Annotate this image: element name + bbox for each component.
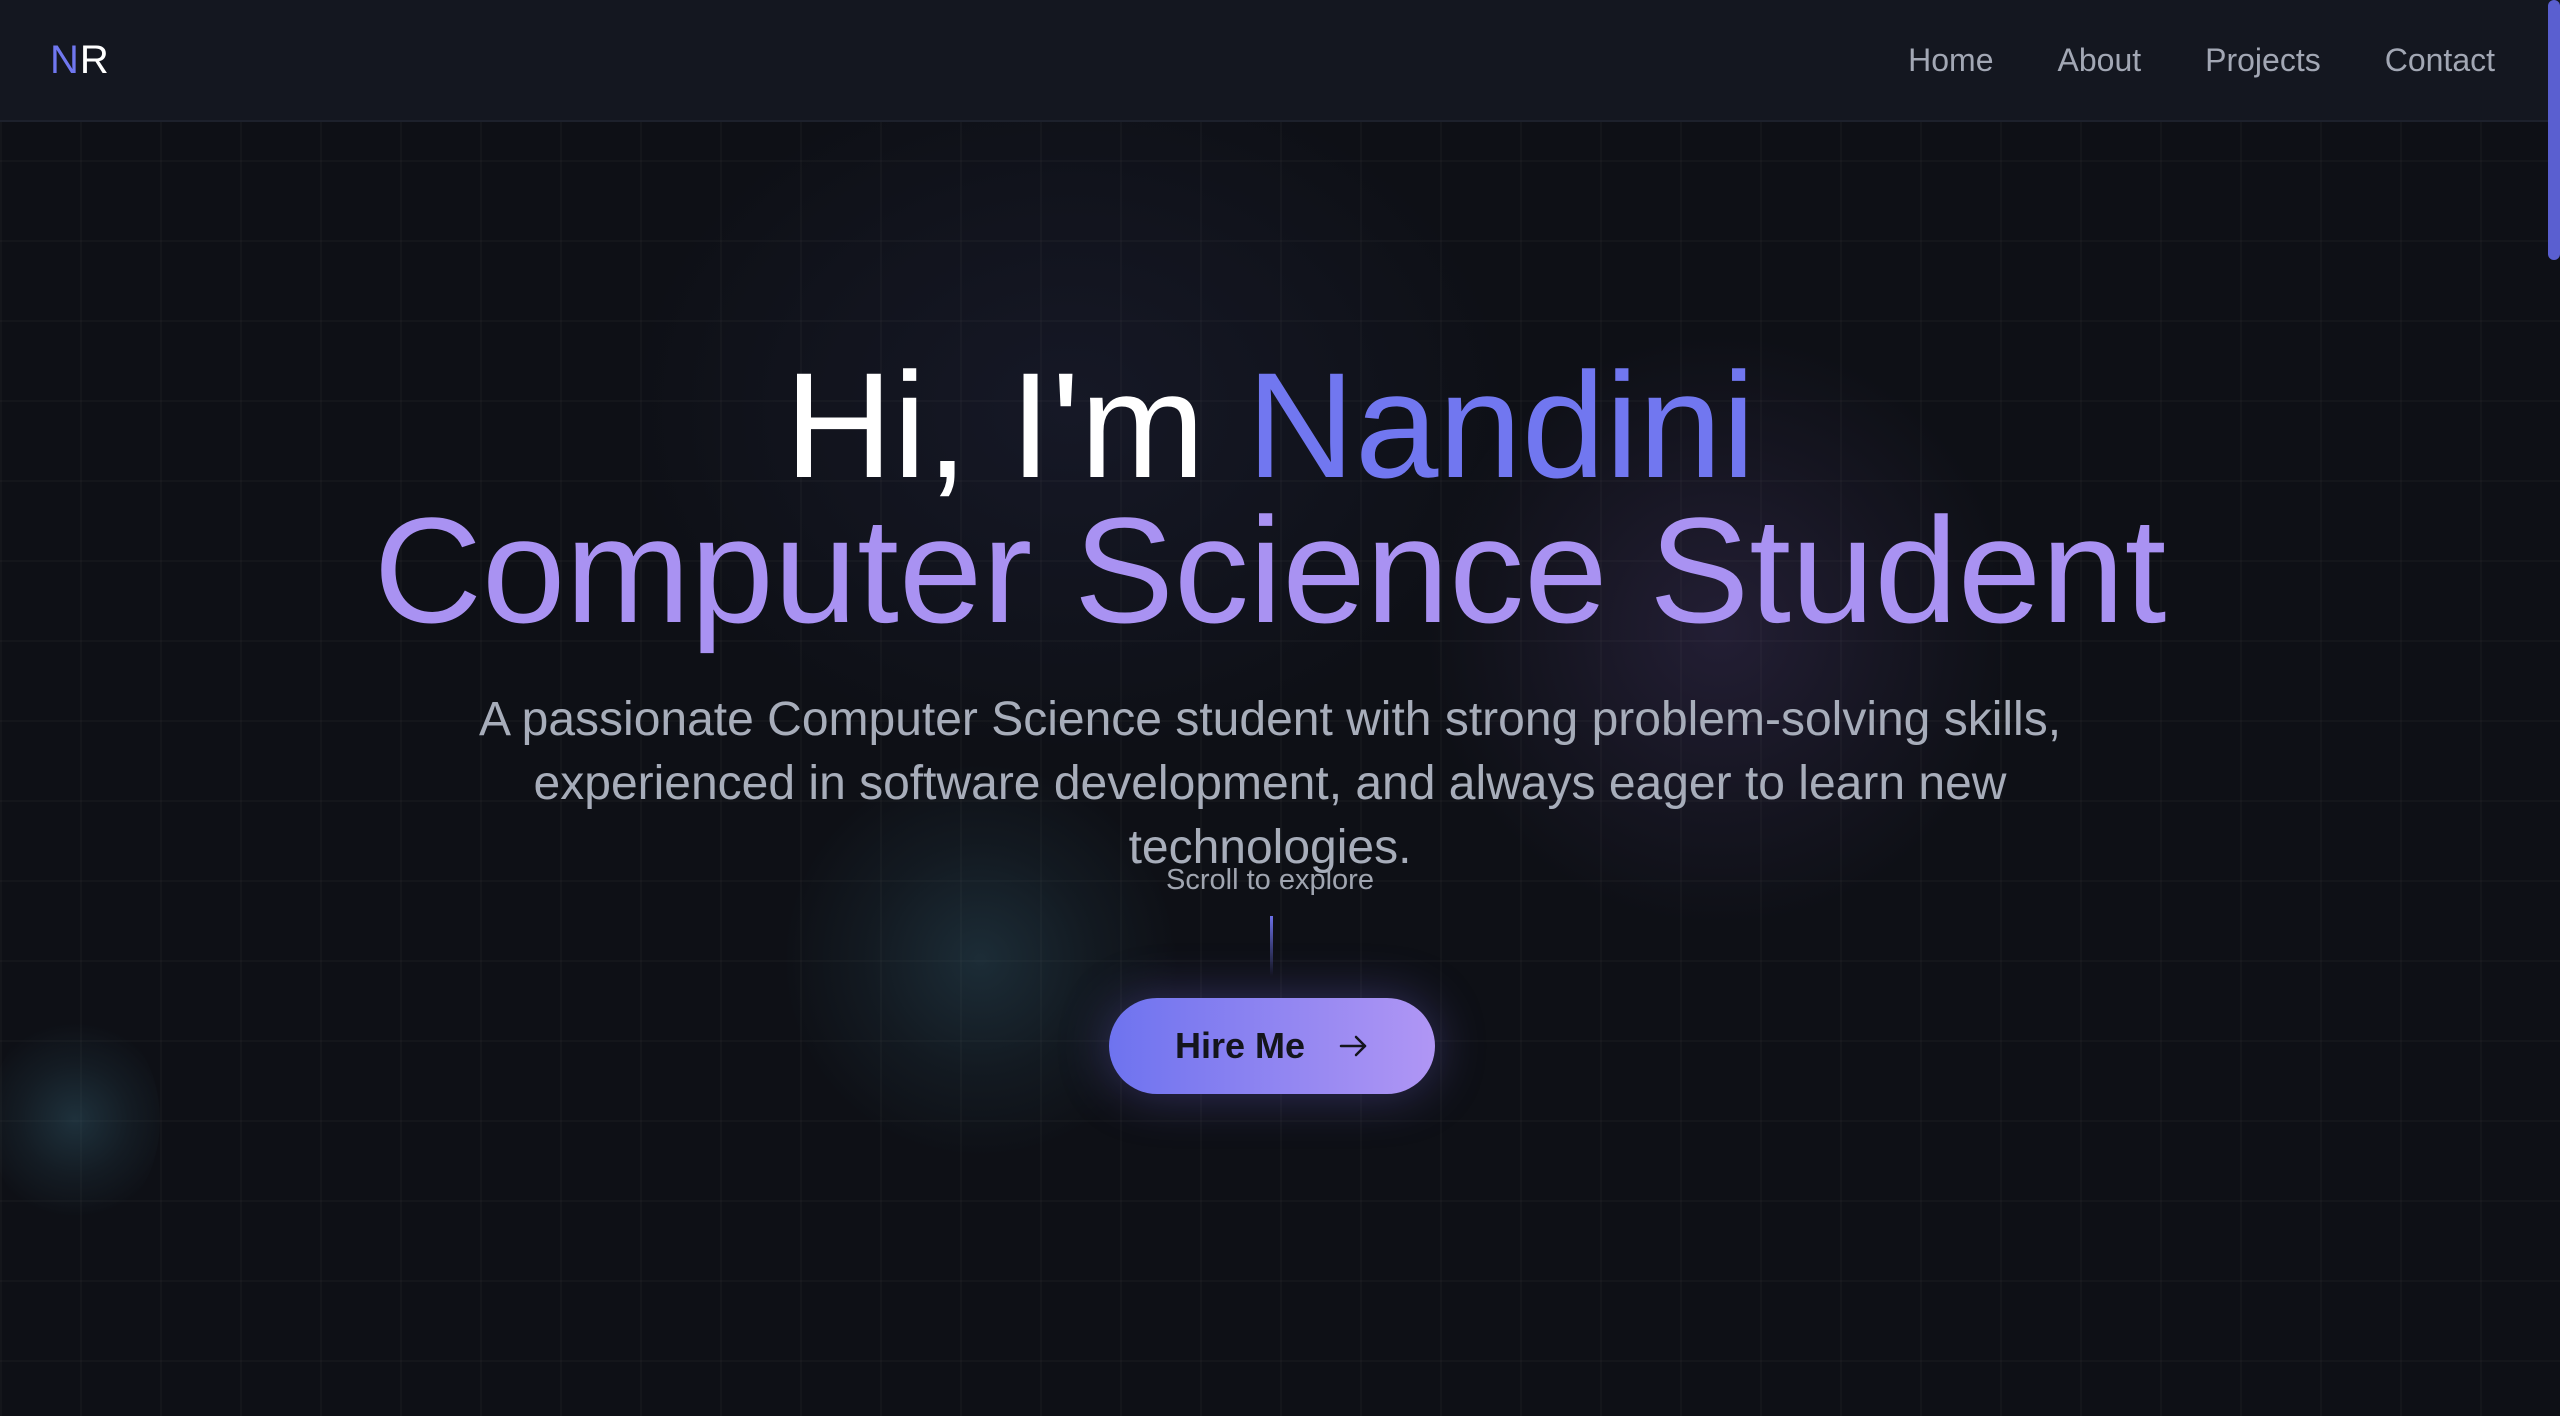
scrollbar-thumb[interactable] [2548, 0, 2560, 260]
arrow-right-icon [1339, 1034, 1369, 1058]
logo-letter-n: N [50, 38, 80, 82]
hero-name: Nandini [1246, 341, 1756, 509]
scroll-indicator-line [1270, 916, 1273, 976]
nav-links: Home About Projects Contact [1908, 38, 2495, 82]
hero-role: Computer Science Student [373, 486, 2167, 654]
nav-link-home[interactable]: Home [1908, 38, 1993, 82]
nav-link-contact[interactable]: Contact [2385, 38, 2495, 82]
navbar: NR Home About Projects Contact [0, 0, 2560, 122]
nav-link-projects[interactable]: Projects [2205, 38, 2321, 82]
scroll-hint: Scroll to explore [1166, 864, 1374, 896]
hero-description: A passionate Computer Science student wi… [478, 693, 2062, 874]
logo-letter-r: R [79, 38, 110, 82]
hire-me-label: Hire Me [1174, 1025, 1306, 1066]
logo[interactable]: NR [50, 36, 110, 84]
nav-link-about[interactable]: About [2058, 38, 2142, 82]
background-glow-teal-small [0, 1010, 160, 1230]
hero-greeting: Hi, I'm [784, 341, 1205, 509]
hire-me-button[interactable]: Hire Me [1109, 998, 1435, 1094]
page: NR Home About Projects Contact Hi, I'm N… [0, 0, 2560, 1416]
